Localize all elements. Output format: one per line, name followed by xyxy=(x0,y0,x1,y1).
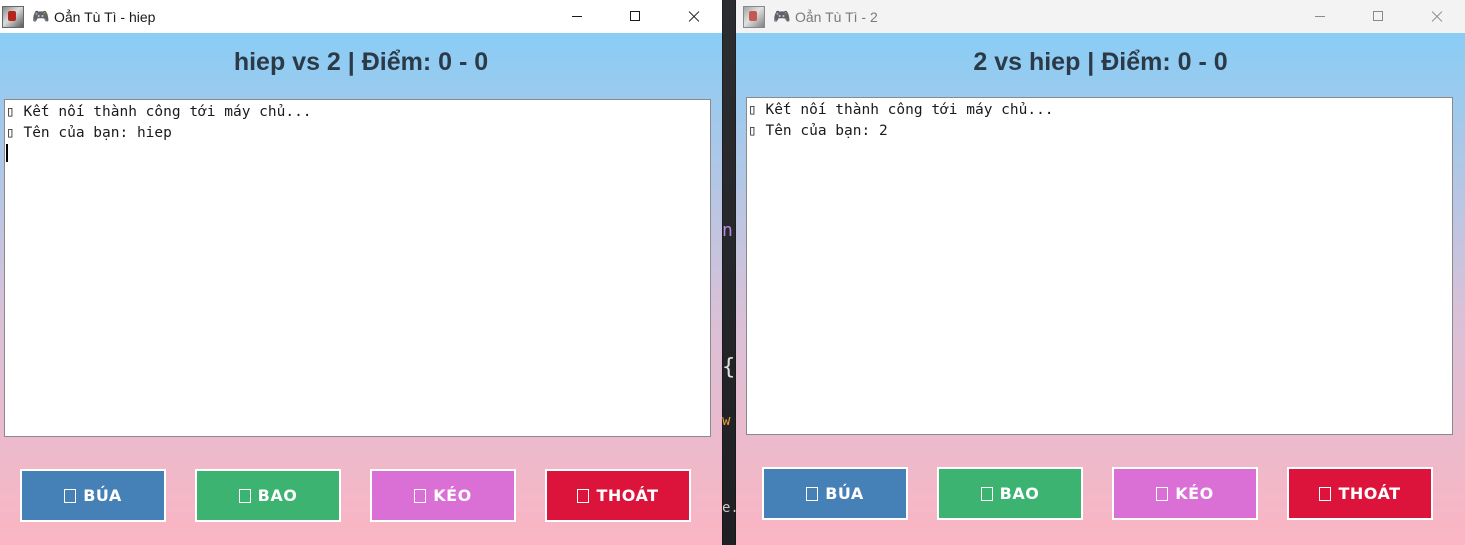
rock-icon xyxy=(64,488,77,503)
paper-button[interactable]: BAO xyxy=(195,469,341,522)
message-log[interactable]: ▯ Kết nối thành công tới máy chủ... ▯ Tê… xyxy=(746,97,1453,435)
text-caret xyxy=(6,144,8,162)
window-title: Oẳn Tù Tì - 2 xyxy=(795,8,878,25)
scissors-button[interactable]: KÉO xyxy=(1112,467,1258,520)
background-text-fragment: w xyxy=(722,413,731,429)
minimize-button[interactable] xyxy=(548,0,606,33)
exit-icon xyxy=(1319,486,1332,501)
paper-button-label: BAO xyxy=(257,486,298,505)
log-line: ▯ Kết nối thành công tới máy chủ... xyxy=(748,102,1054,118)
paper-icon xyxy=(980,486,993,501)
log-line: ▯ Kết nối thành công tới máy chủ... xyxy=(6,104,312,120)
quit-button[interactable]: THOÁT xyxy=(545,469,691,522)
game-window-hiep[interactable]: 🎮 Oẳn Tù Tì - hiep hiep vs 2 | Điểm: 0 -… xyxy=(0,0,722,545)
log-line: ▯ Tên của bạn: hiep xyxy=(6,124,172,141)
close-button[interactable] xyxy=(1407,0,1465,33)
java-app-icon xyxy=(2,5,24,28)
quit-button-label: THOÁT xyxy=(596,486,659,505)
score-header: hiep vs 2 | Điểm: 0 - 0 xyxy=(233,48,489,76)
window-title: Oẳn Tù Tì - hiep xyxy=(54,8,156,25)
scissors-button-label: KÉO xyxy=(1175,484,1214,503)
rock-button-label: BÚA xyxy=(825,484,864,503)
rock-button-label: BÚA xyxy=(83,486,122,505)
scissors-icon xyxy=(414,488,427,503)
scissors-icon xyxy=(1156,486,1169,501)
quit-button[interactable]: THOÁT xyxy=(1287,467,1433,520)
log-line: ▯ Tên của bạn: 2 xyxy=(748,122,888,139)
maximize-button[interactable] xyxy=(606,0,664,33)
gamepad-icon: 🎮 xyxy=(773,8,791,24)
title-bar[interactable]: 🎮 Oẳn Tù Tì - 2 xyxy=(736,0,1465,33)
java-app-icon xyxy=(743,5,765,28)
exit-icon xyxy=(577,488,590,503)
minimize-button[interactable] xyxy=(1291,0,1349,33)
gamepad-icon: 🎮 xyxy=(32,8,50,24)
paper-button-label: BAO xyxy=(999,484,1040,503)
game-panel: hiep vs 2 | Điểm: 0 - 0 ▯ Kết nối thành … xyxy=(0,33,722,545)
game-window-2[interactable]: 🎮 Oẳn Tù Tì - 2 2 vs hiep | Điểm: 0 - 0 … xyxy=(736,0,1465,545)
quit-button-label: THOÁT xyxy=(1338,484,1401,503)
rock-button[interactable]: BÚA xyxy=(762,467,908,520)
score-header: 2 vs hiep | Điểm: 0 - 0 xyxy=(973,48,1228,76)
desktop-background xyxy=(722,0,736,545)
message-log[interactable]: ▯ Kết nối thành công tới máy chủ... ▯ Tê… xyxy=(4,99,711,437)
rock-icon xyxy=(806,486,819,501)
maximize-button[interactable] xyxy=(1349,0,1407,33)
game-panel: 2 vs hiep | Điểm: 0 - 0 ▯ Kết nối thành … xyxy=(736,33,1465,545)
title-bar[interactable]: 🎮 Oẳn Tù Tì - hiep xyxy=(0,0,722,33)
background-text-fragment: n xyxy=(722,220,733,241)
paper-button[interactable]: BAO xyxy=(937,467,1083,520)
background-text-fragment: { xyxy=(722,355,736,380)
scissors-button[interactable]: KÉO xyxy=(370,469,516,522)
close-button[interactable] xyxy=(664,0,722,33)
rock-button[interactable]: BÚA xyxy=(20,469,166,522)
scissors-button-label: KÉO xyxy=(433,486,472,505)
paper-icon xyxy=(238,488,251,503)
